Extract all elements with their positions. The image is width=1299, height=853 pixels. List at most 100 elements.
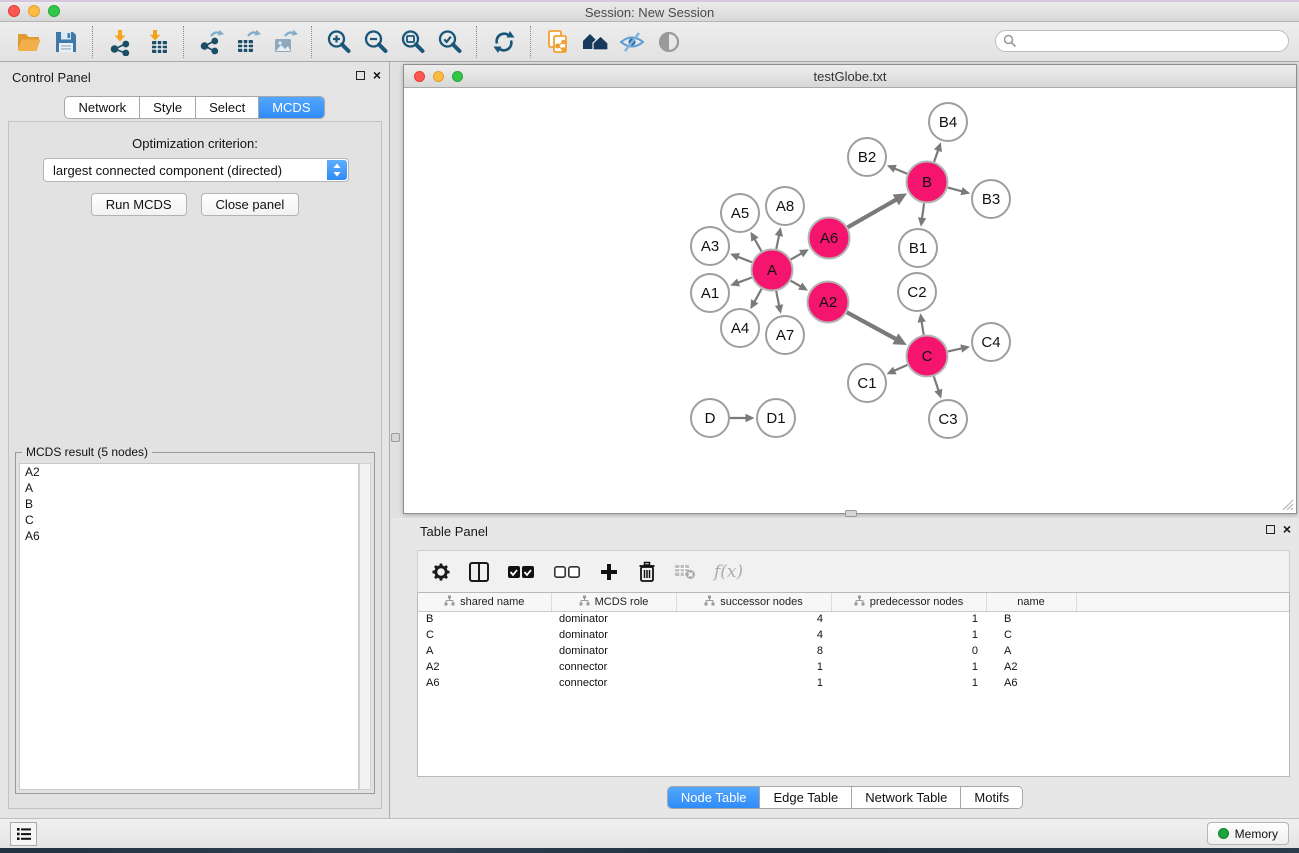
- table-cell[interactable]: 4: [676, 627, 831, 643]
- task-history-button[interactable]: [10, 822, 37, 846]
- open-file-icon[interactable]: [10, 25, 47, 59]
- float-table-panel-icon[interactable]: [1266, 525, 1275, 534]
- window-resize-grip[interactable]: [1280, 497, 1294, 511]
- zoom-fit-icon[interactable]: [394, 25, 431, 59]
- table-row[interactable]: A2connector11A2: [418, 659, 1289, 675]
- column-header-predecessor-nodes[interactable]: predecessor nodes: [831, 593, 986, 611]
- deselect-all-icon[interactable]: [550, 558, 584, 586]
- tab-motifs[interactable]: Motifs: [960, 787, 1022, 808]
- refresh-icon[interactable]: [485, 25, 522, 59]
- zoom-in-icon[interactable]: [320, 25, 357, 59]
- table-cell[interactable]: 1: [831, 627, 986, 643]
- export-table-icon[interactable]: [229, 25, 266, 59]
- table-cell[interactable]: 1: [831, 659, 986, 675]
- column-header-shared-name[interactable]: shared name: [418, 593, 551, 611]
- delete-column-trash-icon[interactable]: [634, 558, 660, 586]
- graph-edge-B-B3[interactable]: [948, 188, 964, 192]
- graph-edge-C-C3[interactable]: [934, 376, 939, 392]
- result-item[interactable]: A: [20, 480, 358, 496]
- graph-edge-A-A6[interactable]: [791, 253, 803, 260]
- node-table[interactable]: shared nameMCDS rolesuccessor nodesprede…: [417, 592, 1290, 777]
- save-session-icon[interactable]: [47, 25, 84, 59]
- table-cell[interactable]: 8: [676, 643, 831, 659]
- import-table-icon[interactable]: [138, 25, 175, 59]
- graph-edge-A-A4[interactable]: [754, 289, 762, 303]
- columns-icon[interactable]: [466, 558, 492, 586]
- table-cell[interactable]: connector: [551, 659, 676, 675]
- network-graph[interactable]: B4B2BB3A8A5A6A3B1AA1C2A2A4A7C4CC1C3DD1: [404, 88, 1296, 513]
- table-cell[interactable]: B: [986, 611, 1076, 627]
- add-column-icon[interactable]: [596, 558, 622, 586]
- export-image-icon[interactable]: [266, 25, 303, 59]
- zoom-out-icon[interactable]: [357, 25, 394, 59]
- table-cell[interactable]: 1: [676, 675, 831, 691]
- close-panel-icon[interactable]: ×: [373, 70, 381, 80]
- criterion-dropdown[interactable]: largest connected component (directed): [43, 158, 349, 182]
- table-cell[interactable]: A2: [418, 659, 551, 675]
- table-cell[interactable]: 1: [831, 611, 986, 627]
- graph-edge-B-B4[interactable]: [934, 149, 938, 162]
- column-header-successor-nodes[interactable]: successor nodes: [676, 593, 831, 611]
- graph-edge-A-A7[interactable]: [776, 291, 779, 307]
- tab-select[interactable]: Select: [195, 97, 258, 118]
- close-panel-button[interactable]: Close panel: [201, 193, 300, 216]
- table-cell[interactable]: 0: [831, 643, 986, 659]
- table-cell[interactable]: B: [418, 611, 551, 627]
- table-cell[interactable]: dominator: [551, 627, 676, 643]
- result-item[interactable]: A2: [20, 464, 358, 480]
- float-panel-icon[interactable]: [356, 71, 365, 80]
- table-cell[interactable]: C: [986, 627, 1076, 643]
- tab-edge-table[interactable]: Edge Table: [759, 787, 851, 808]
- vertical-splitter-grip[interactable]: [391, 433, 400, 442]
- table-cell[interactable]: A6: [986, 675, 1076, 691]
- graph-edge-A-A5[interactable]: [754, 238, 762, 251]
- run-mcds-button[interactable]: Run MCDS: [91, 193, 187, 216]
- gear-icon[interactable]: [428, 558, 454, 586]
- search-input[interactable]: [1018, 32, 1288, 50]
- tab-style[interactable]: Style: [139, 97, 195, 118]
- tab-network-table[interactable]: Network Table: [851, 787, 960, 808]
- export-network-icon[interactable]: [192, 25, 229, 59]
- copy-network-icon[interactable]: [539, 25, 576, 59]
- result-item[interactable]: B: [20, 496, 358, 512]
- table-row[interactable]: A6connector11A6: [418, 675, 1289, 691]
- column-header-MCDS-role[interactable]: MCDS role: [551, 593, 676, 611]
- graph-edge-B-B1[interactable]: [922, 203, 924, 219]
- table-cell[interactable]: A2: [986, 659, 1076, 675]
- graph-edge-A6-B[interactable]: [848, 199, 898, 227]
- graph-edge-C-C2[interactable]: [921, 320, 923, 335]
- delete-table-icon[interactable]: [672, 558, 698, 586]
- table-row[interactable]: Bdominator41B: [418, 611, 1289, 627]
- tab-mcds[interactable]: MCDS: [258, 97, 323, 118]
- home-icon[interactable]: [576, 25, 613, 59]
- select-all-icon[interactable]: [504, 558, 538, 586]
- memory-button[interactable]: Memory: [1207, 822, 1289, 845]
- result-item[interactable]: C: [20, 512, 358, 528]
- table-cell[interactable]: 4: [676, 611, 831, 627]
- table-cell[interactable]: dominator: [551, 643, 676, 659]
- graph-edge-A-A8[interactable]: [776, 234, 779, 249]
- result-item[interactable]: A6: [20, 528, 358, 544]
- network-canvas[interactable]: B4B2BB3A8A5A6A3B1AA1C2A2A4A7C4CC1C3DD1: [404, 88, 1296, 513]
- graph-edge-B-B2[interactable]: [893, 168, 907, 174]
- table-cell[interactable]: 1: [676, 659, 831, 675]
- table-cell[interactable]: A: [418, 643, 551, 659]
- hide-eye-icon[interactable]: [613, 25, 650, 59]
- table-cell[interactable]: C: [418, 627, 551, 643]
- table-row[interactable]: Adominator80A: [418, 643, 1289, 659]
- table-cell[interactable]: A6: [418, 675, 551, 691]
- table-cell[interactable]: dominator: [551, 611, 676, 627]
- graph-edge-A2-C[interactable]: [847, 312, 897, 339]
- zoom-selected-icon[interactable]: [431, 25, 468, 59]
- graph-edge-A-A3[interactable]: [737, 256, 752, 262]
- table-cell[interactable]: A: [986, 643, 1076, 659]
- close-table-panel-icon[interactable]: ×: [1283, 524, 1291, 534]
- graph-edge-C-C4[interactable]: [948, 348, 963, 351]
- mcds-result-list[interactable]: A2ABCA6: [19, 463, 359, 790]
- search-field[interactable]: [995, 30, 1289, 52]
- graph-edge-C-C1[interactable]: [893, 365, 907, 371]
- function-builder-icon[interactable]: f(x): [714, 562, 743, 582]
- import-network-icon[interactable]: [101, 25, 138, 59]
- result-scrollbar[interactable]: [359, 463, 371, 790]
- table-cell[interactable]: connector: [551, 675, 676, 691]
